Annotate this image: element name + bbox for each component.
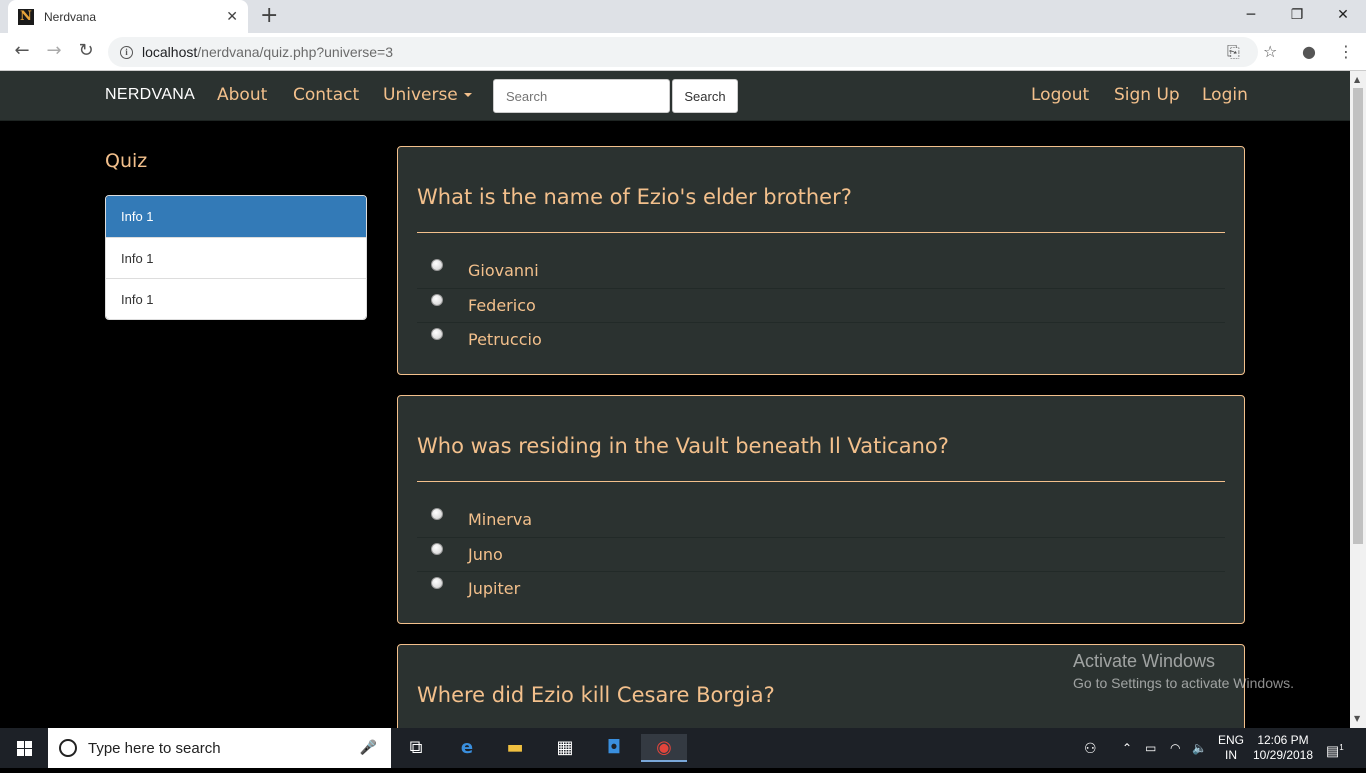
nav-logout[interactable]: Logout: [1031, 85, 1089, 105]
minimize-icon[interactable]: ─: [1228, 0, 1274, 33]
microphone-icon[interactable]: 🎤: [360, 740, 377, 756]
page-viewport: NERDVANA About Contact Universe Search L…: [0, 71, 1350, 728]
sidebar-item-info-1[interactable]: Info 1: [106, 196, 366, 237]
site-navbar: NERDVANA About Contact Universe Search L…: [0, 71, 1350, 121]
answer-option[interactable]: Federico: [417, 288, 1225, 322]
language-indicator[interactable]: ENG IN: [1218, 733, 1244, 773]
radio-button[interactable]: [431, 543, 443, 555]
start-button[interactable]: [0, 728, 48, 768]
divider: [417, 232, 1225, 233]
cortana-icon: [59, 739, 77, 757]
taskbar-search-placeholder: Type here to search: [88, 739, 221, 757]
restore-icon[interactable]: ❐: [1274, 0, 1320, 33]
tab-close-icon[interactable]: ✕: [226, 9, 238, 25]
battery-icon[interactable]: ▭: [1145, 728, 1156, 768]
notification-icon[interactable]: ▤1: [1326, 728, 1344, 768]
answer-label[interactable]: Minerva: [468, 510, 532, 529]
activate-windows-watermark: Activate Windows Go to Settings to activ…: [1073, 651, 1294, 691]
menu-dots-icon[interactable]: ⋮: [1338, 42, 1354, 61]
answer-label[interactable]: Jupiter: [468, 579, 520, 598]
clock-time: 12:06 PM: [1257, 733, 1309, 747]
brand-logo[interactable]: NERDVANA: [105, 86, 195, 104]
nav-contact[interactable]: Contact: [293, 85, 359, 105]
sidebar-item-info-2[interactable]: Info 1: [106, 237, 366, 278]
people-icon[interactable]: ⚇: [1084, 728, 1097, 768]
answer-option[interactable]: Giovanni: [417, 254, 1225, 288]
nav-sign-up[interactable]: Sign Up: [1114, 85, 1180, 105]
answer-option[interactable]: Petruccio: [417, 322, 1225, 356]
nav-about[interactable]: About: [217, 85, 267, 105]
radio-button[interactable]: [431, 294, 443, 306]
browser-toolbar: ← → ↻ i localhost/nerdvana/quiz.php?univ…: [0, 33, 1366, 71]
answer-label[interactable]: Juno: [468, 545, 503, 564]
url-text: localhost/nerdvana/quiz.php?universe=3: [142, 44, 393, 60]
browser-tab[interactable]: N Nerdvana ✕: [8, 0, 248, 33]
answer-label[interactable]: Petruccio: [468, 330, 542, 349]
language-code: ENG: [1218, 733, 1245, 747]
url-host: localhost: [142, 44, 198, 60]
app-icon[interactable]: ◘: [597, 734, 631, 762]
page-scrollbar[interactable]: ▲ ▼: [1350, 71, 1366, 728]
browser-tab-strip: N Nerdvana ✕ + ─ ❐ ✕: [0, 0, 1366, 33]
scrollbar-thumb[interactable]: [1353, 88, 1363, 544]
forward-arrow-icon[interactable]: →: [42, 41, 66, 61]
radio-button[interactable]: [431, 328, 443, 340]
watermark-subtitle: Go to Settings to activate Windows.: [1073, 675, 1294, 691]
taskbar-search-box[interactable]: Type here to search 🎤: [48, 728, 391, 768]
windows-taskbar: Type here to search 🎤 ⧉ e ▬ ▦ ◘ ◉ ⚇ ⌃ ▭ …: [0, 728, 1366, 768]
sidebar-list: Info 1 Info 1 Info 1: [105, 195, 367, 320]
edge-browser-icon[interactable]: e: [450, 734, 484, 762]
windows-logo-icon: [17, 741, 32, 756]
region-code: IN: [1225, 748, 1237, 762]
nav-universe-dropdown[interactable]: Universe: [383, 85, 472, 105]
scroll-up-icon[interactable]: ▲: [1354, 75, 1360, 84]
question-title: Who was residing in the Vault beneath Il…: [417, 434, 949, 458]
answer-option[interactable]: Minerva: [417, 503, 1225, 537]
address-bar[interactable]: i localhost/nerdvana/quiz.php?universe=3: [108, 37, 1258, 67]
chrome-icon[interactable]: ◉: [641, 734, 687, 762]
profile-icon[interactable]: ●: [1302, 42, 1316, 61]
nav-login[interactable]: Login: [1202, 85, 1248, 105]
clock[interactable]: 12:06 PM 10/29/2018: [1250, 733, 1316, 773]
sidebar-title: Quiz: [105, 150, 148, 172]
sidebar-item-info-3[interactable]: Info 1: [106, 278, 366, 319]
wifi-icon[interactable]: ◠: [1170, 728, 1180, 768]
task-view-icon[interactable]: ⧉: [399, 734, 433, 762]
answer-option[interactable]: Juno: [417, 537, 1225, 571]
new-tab-icon[interactable]: +: [260, 4, 278, 28]
radio-button[interactable]: [431, 508, 443, 520]
question-panel: What is the name of Ezio's elder brother…: [397, 146, 1245, 375]
answer-label[interactable]: Giovanni: [468, 261, 539, 280]
radio-button[interactable]: [431, 259, 443, 271]
search-input[interactable]: [493, 79, 670, 113]
file-explorer-icon[interactable]: ▬: [498, 734, 532, 762]
volume-icon[interactable]: 🔈: [1192, 728, 1207, 768]
clock-date: 10/29/2018: [1252, 748, 1314, 762]
back-arrow-icon[interactable]: ←: [10, 41, 34, 61]
reload-icon[interactable]: ↻: [74, 41, 98, 61]
window-close-icon[interactable]: ✕: [1320, 0, 1366, 33]
site-favicon: N: [18, 8, 34, 25]
answer-label[interactable]: Federico: [468, 296, 536, 315]
url-path: /nerdvana/quiz.php?universe=3: [197, 44, 394, 60]
store-icon[interactable]: ▦: [548, 734, 582, 762]
question-title: Where did Ezio kill Cesare Borgia?: [417, 683, 775, 707]
tab-title: Nerdvana: [44, 9, 97, 24]
scroll-down-icon[interactable]: ▼: [1354, 714, 1360, 723]
bookmark-star-icon[interactable]: ☆: [1263, 42, 1277, 61]
divider: [417, 481, 1225, 482]
nav-universe-label: Universe: [383, 85, 458, 105]
search-button[interactable]: Search: [672, 79, 738, 113]
question-title: What is the name of Ezio's elder brother…: [417, 185, 852, 209]
radio-button[interactable]: [431, 577, 443, 589]
answer-option[interactable]: Jupiter: [417, 571, 1225, 605]
notification-count: 1: [1339, 743, 1344, 752]
tray-chevron-icon[interactable]: ⌃: [1122, 728, 1132, 768]
question-panel: Who was residing in the Vault beneath Il…: [397, 395, 1245, 624]
watermark-title: Activate Windows: [1073, 651, 1216, 671]
translate-icon[interactable]: ⎘: [1227, 42, 1240, 62]
site-info-icon[interactable]: i: [120, 45, 133, 59]
caret-down-icon: [463, 93, 472, 97]
